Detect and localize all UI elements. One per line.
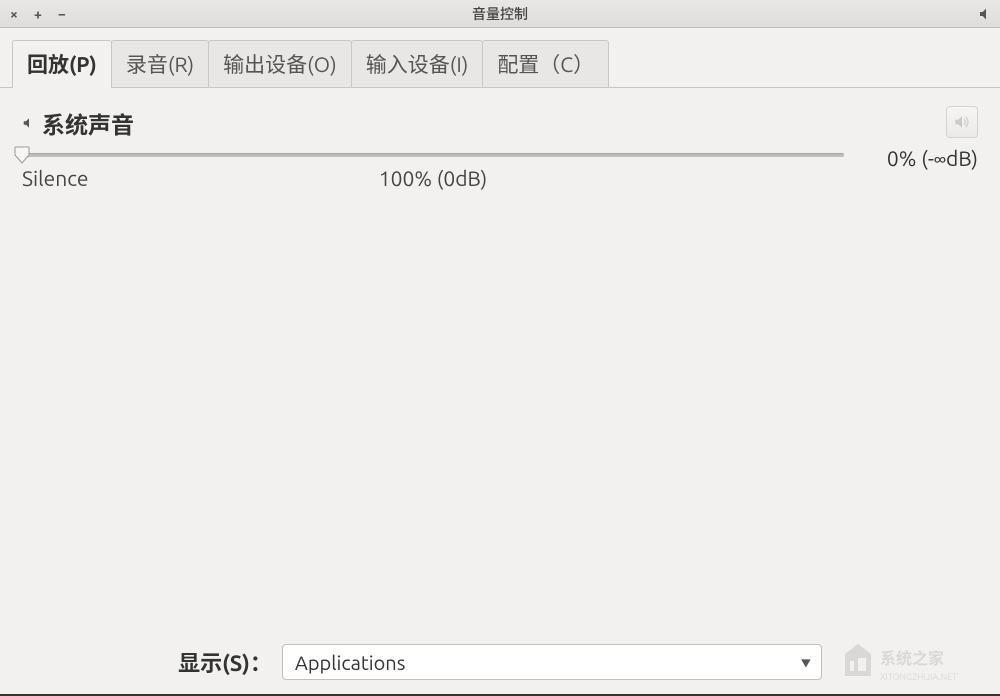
speaker-icon (978, 6, 994, 22)
tab-configuration[interactable]: 配置（C） (482, 40, 609, 87)
stream-right: 0% (-∞dB) (858, 106, 978, 170)
slider-min-label: Silence (22, 166, 89, 190)
slider-center-label: 100% (0dB) (379, 166, 487, 190)
tab-playback[interactable]: 回放(P) (12, 40, 112, 87)
tab-input-devices[interactable]: 输入设备(I) (351, 40, 484, 87)
slider-labels: Silence 100% (0dB) (22, 166, 844, 192)
stream-row: 系统声音 Silence 100% (0dB) (22, 106, 978, 192)
speaker-mute-icon (953, 113, 971, 131)
titlebar[interactable]: × + − 音量控制 (0, 0, 1000, 28)
close-button[interactable]: × (6, 6, 22, 22)
show-dropdown[interactable]: Applications ▼ (282, 644, 822, 680)
volume-slider[interactable] (22, 146, 844, 162)
maximize-button[interactable]: + (30, 6, 46, 22)
stream-title-row: 系统声音 (22, 106, 844, 140)
content-area: 系统声音 Silence 100% (0dB) (0, 88, 1000, 636)
mute-button[interactable] (946, 106, 978, 138)
bottom-bar: 显示(S)： Applications ▼ (0, 636, 1000, 694)
window-controls: × + − (6, 6, 70, 22)
chevron-down-icon: ▼ (801, 655, 811, 670)
show-label: 显示(S)： (178, 646, 272, 678)
window-title: 音量控制 (472, 4, 528, 24)
tab-output-devices[interactable]: 输出设备(O) (208, 40, 352, 87)
slider-track (22, 153, 844, 157)
volume-control-window: × + − 音量控制 回放(P) 录音(R) 输出设备(O) 输入设备(I) 配… (0, 0, 1000, 696)
speaker-icon (22, 116, 36, 130)
titlebar-right (978, 6, 994, 22)
stream-main: 系统声音 Silence 100% (0dB) (22, 106, 844, 192)
stream-name: 系统声音 (42, 106, 134, 140)
dropdown-value: Applications (295, 651, 406, 674)
tab-recording[interactable]: 录音(R) (111, 40, 209, 87)
slider-thumb[interactable] (13, 146, 31, 164)
minimize-button[interactable]: − (54, 6, 70, 22)
tab-bar: 回放(P) 录音(R) 输出设备(O) 输入设备(I) 配置（C） (0, 28, 1000, 88)
volume-readout: 0% (-∞dB) (887, 146, 978, 170)
